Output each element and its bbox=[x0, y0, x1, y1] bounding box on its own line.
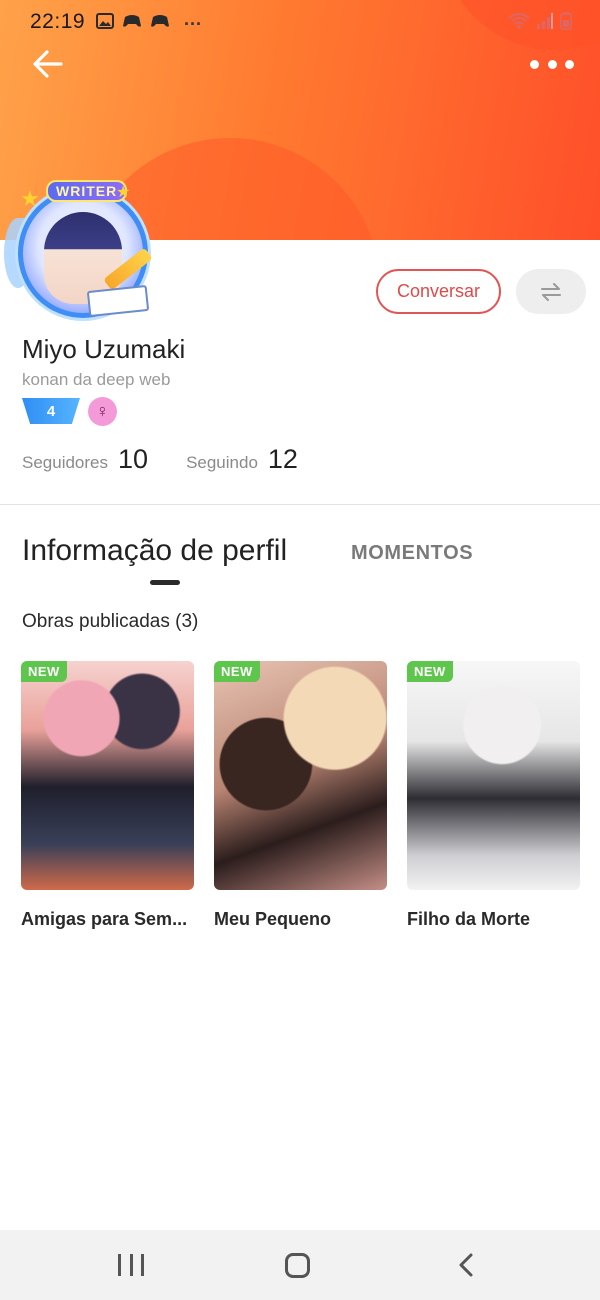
tab-profile-info[interactable]: Informação de perfil bbox=[22, 534, 287, 568]
work-cover-image[interactable]: NEW bbox=[214, 661, 387, 890]
published-works-list: NEW Amigas para Sem... NEW Meu Pequeno N… bbox=[21, 661, 580, 930]
game-icon bbox=[122, 13, 142, 34]
battery-icon bbox=[560, 12, 572, 35]
work-title[interactable]: Meu Pequeno bbox=[214, 909, 387, 930]
section-divider bbox=[0, 504, 600, 505]
avatar[interactable]: WRITER ★ ★ bbox=[4, 178, 164, 328]
chat-button[interactable]: Conversar bbox=[376, 269, 501, 314]
gallery-icon bbox=[96, 13, 114, 34]
profile-name: Miyo Uzumaki bbox=[22, 334, 186, 364]
signal-icon bbox=[536, 12, 554, 35]
tab-moments[interactable]: MOMENTOS bbox=[351, 542, 473, 565]
new-badge: NEW bbox=[21, 661, 67, 682]
work-title[interactable]: Amigas para Sem... bbox=[21, 909, 194, 930]
arrow-left-icon bbox=[33, 50, 63, 78]
more-horizontal-icon bbox=[530, 59, 539, 69]
female-icon: ♀ bbox=[88, 397, 117, 426]
star-icon: ★ bbox=[20, 186, 40, 211]
level-badge[interactable]: 4 bbox=[22, 398, 80, 424]
more-notifications-icon: ··· bbox=[184, 13, 202, 34]
home-icon[interactable] bbox=[285, 1253, 310, 1278]
followers-label[interactable]: Seguidores bbox=[22, 453, 108, 473]
star-icon: ★ bbox=[116, 184, 131, 201]
followers-count[interactable]: 10 bbox=[118, 444, 148, 475]
status-bar: 22:19 ··· bbox=[0, 0, 600, 46]
new-badge: NEW bbox=[214, 661, 260, 682]
following-count[interactable]: 12 bbox=[268, 444, 298, 475]
published-works-title: Obras publicadas (3) bbox=[22, 611, 199, 632]
work-cover-image[interactable]: NEW bbox=[407, 661, 580, 890]
back-icon[interactable] bbox=[454, 1252, 480, 1278]
book-icon bbox=[86, 284, 150, 318]
wifi-icon bbox=[508, 12, 530, 35]
more-options-button[interactable] bbox=[530, 52, 574, 76]
work-cover-image[interactable]: NEW bbox=[21, 661, 194, 890]
status-notification-icons: ··· bbox=[96, 13, 202, 34]
work-card[interactable]: NEW Amigas para Sem... bbox=[21, 661, 194, 930]
recent-apps-icon[interactable] bbox=[118, 1254, 144, 1276]
status-time: 22:19 bbox=[30, 10, 86, 33]
following-label[interactable]: Seguindo bbox=[186, 453, 258, 473]
work-card[interactable]: NEW Meu Pequeno bbox=[214, 661, 387, 930]
profile-bio: konan da deep web bbox=[22, 370, 171, 389]
tab-active-indicator bbox=[150, 580, 180, 585]
work-title[interactable]: Filho da Morte bbox=[407, 909, 580, 930]
system-nav-bar bbox=[0, 1230, 600, 1300]
swap-arrows-icon bbox=[541, 282, 561, 301]
new-badge: NEW bbox=[407, 661, 453, 682]
swap-button[interactable] bbox=[516, 269, 586, 314]
status-system-icons bbox=[508, 12, 572, 35]
game-icon bbox=[150, 13, 170, 34]
profile-stats: Seguidores 10 Seguindo 12 bbox=[22, 444, 298, 475]
work-card[interactable]: NEW Filho da Morte bbox=[407, 661, 580, 930]
back-button[interactable] bbox=[28, 44, 68, 84]
